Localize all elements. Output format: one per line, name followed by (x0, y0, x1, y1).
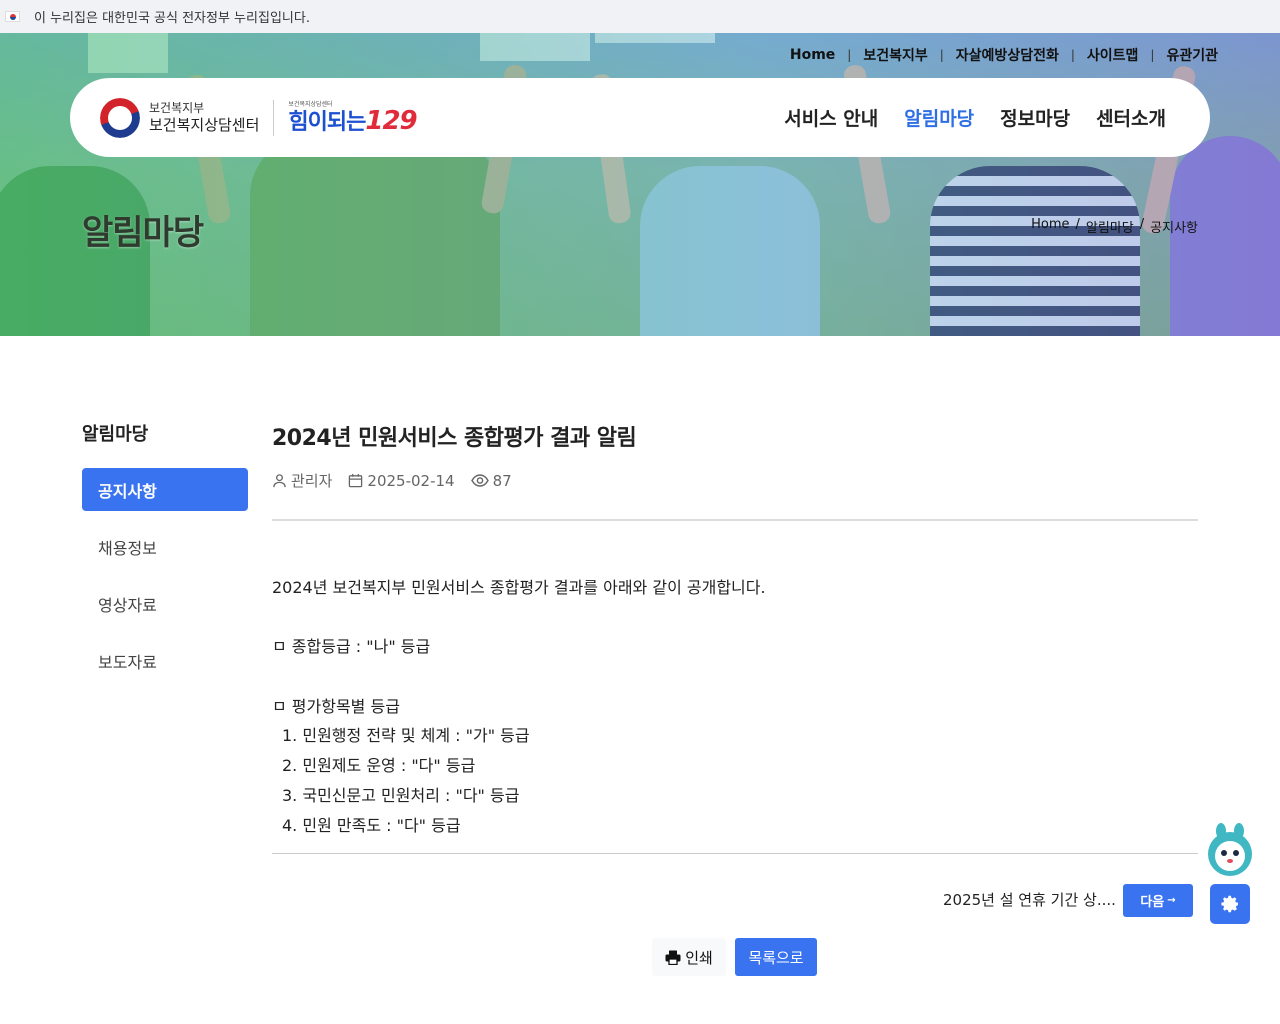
article-title: 2024년 민원서비스 종합평가 결과 알림 (272, 426, 637, 451)
eye-icon (470, 474, 489, 487)
article-views: 87 (492, 471, 512, 490)
breadcrumb-section[interactable]: 알림마당 (1086, 217, 1134, 236)
util-link-suicide-hotline[interactable]: 자살예방상담전화 (956, 45, 1059, 65)
next-post-title[interactable]: 2025년 설 연휴 기간 상.... (943, 889, 1116, 910)
sidebar-item-recruitment[interactable]: 채용정보 (82, 525, 248, 568)
breadcrumb-home[interactable]: Home (1031, 217, 1069, 236)
article-date: 2025-02-14 (367, 471, 455, 490)
next-button-label: 다음 (1140, 895, 1165, 910)
main-menu: 서비스 안내 알림마당 정보마당 센터소개 (784, 104, 1166, 131)
calendar-icon (349, 473, 363, 488)
hero-banner: Home | 보건복지부 | 자살예방상담전화 | 사이트맵 | 유관기관 보건… (0, 33, 1280, 336)
center-name: 보건복지상담센터 (149, 115, 260, 134)
settings-button[interactable] (1210, 884, 1250, 924)
ministry-name: 보건복지부 (149, 100, 205, 115)
body-line (272, 603, 1198, 633)
menu-center-intro[interactable]: 센터소개 (1096, 104, 1166, 131)
body-line: 2024년 보건복지부 민원서비스 종합평가 결과를 아래와 같이 공개합니다. (272, 578, 766, 597)
print-label: 인쇄 (685, 948, 713, 967)
main-header: 보건복지부 보건복지상담센터 보건복지상담센터 힘이되는129 서비스 안내 알… (70, 78, 1210, 157)
utility-nav: Home | 보건복지부 | 자살예방상담전화 | 사이트맵 | 유관기관 (789, 45, 1218, 65)
user-icon (273, 474, 286, 488)
sidebar-item-videos[interactable]: 영상자료 (82, 582, 248, 625)
brand-logo[interactable]: 보건복지부 보건복지상담센터 (149, 100, 260, 134)
sidebar-item-press[interactable]: 보도자료 (82, 639, 248, 682)
arrow-right-icon: → (1167, 895, 1176, 906)
util-link-home[interactable]: Home (790, 47, 835, 63)
brand-divider (273, 99, 275, 136)
logo-number: 129 (365, 105, 417, 136)
sidebar-item-notice[interactable]: 공지사항 (82, 468, 248, 511)
logo-129[interactable]: 보건복지상담센터 힘이되는129 (288, 101, 417, 136)
breadcrumb-current: 공지사항 (1150, 221, 1198, 236)
body-line: ㅁ 평가항목별 등급 (272, 696, 400, 716)
print-button[interactable]: 인쇄 (652, 938, 726, 976)
printer-icon (665, 950, 681, 965)
korea-flag-icon (5, 11, 20, 22)
chatbot-mascot-icon[interactable] (1204, 822, 1256, 878)
article-meta: 관리자 2025-02-14 87 (272, 470, 1198, 491)
body-line (272, 662, 1198, 692)
body-line: 3. 국민신문고 민원처리 : "다" 등급 (282, 785, 520, 805)
util-link-related-orgs[interactable]: 유관기관 (1166, 45, 1218, 65)
breadcrumb: Home / 알림마당 / 공지사항 (1031, 217, 1198, 236)
sidebar-title: 알림마당 (82, 424, 149, 445)
gear-icon (1221, 895, 1238, 913)
article-body: 2024년 보건복지부 민원서비스 종합평가 결과를 아래와 같이 공개합니다.… (272, 573, 1198, 840)
article-author: 관리자 (291, 472, 333, 490)
util-link-ministry[interactable]: 보건복지부 (863, 45, 927, 65)
article: 2024년 민원서비스 종합평가 결과 알림 관리자 2025-02-14 87… (272, 420, 1198, 840)
menu-information[interactable]: 정보마당 (1000, 104, 1070, 131)
body-line: ㅁ 종합등급 : "나" 등급 (272, 637, 431, 657)
body-line: 4. 민원 만족도 : "다" 등급 (282, 815, 461, 835)
body-line: 2. 민원제도 운영 : "다" 등급 (282, 756, 476, 776)
util-link-sitemap[interactable]: 사이트맵 (1087, 45, 1139, 65)
next-post-button[interactable]: 다음 → (1123, 884, 1193, 917)
gov-banner: 이 누리집은 대한민국 공식 전자정부 누리집입니다. (0, 0, 1280, 33)
government-emblem-icon[interactable] (100, 97, 140, 138)
gov-banner-text: 이 누리집은 대한민국 공식 전자정부 누리집입니다. (34, 11, 310, 26)
article-bottom-divider (272, 853, 1198, 854)
article-divider (272, 519, 1198, 521)
page-title: 알림마당 (82, 213, 204, 253)
sidebar: 알림마당 공지사항 채용정보 영상자료 보도자료 (82, 420, 248, 696)
logo-slogan: 힘이되는 (288, 109, 366, 135)
back-to-list-button[interactable]: 목록으로 (735, 938, 817, 976)
menu-notice-board[interactable]: 알림마당 (904, 104, 974, 131)
menu-service-guide[interactable]: 서비스 안내 (784, 104, 878, 131)
body-line: 1. 민원행정 전략 및 체계 : "가" 등급 (282, 726, 530, 746)
